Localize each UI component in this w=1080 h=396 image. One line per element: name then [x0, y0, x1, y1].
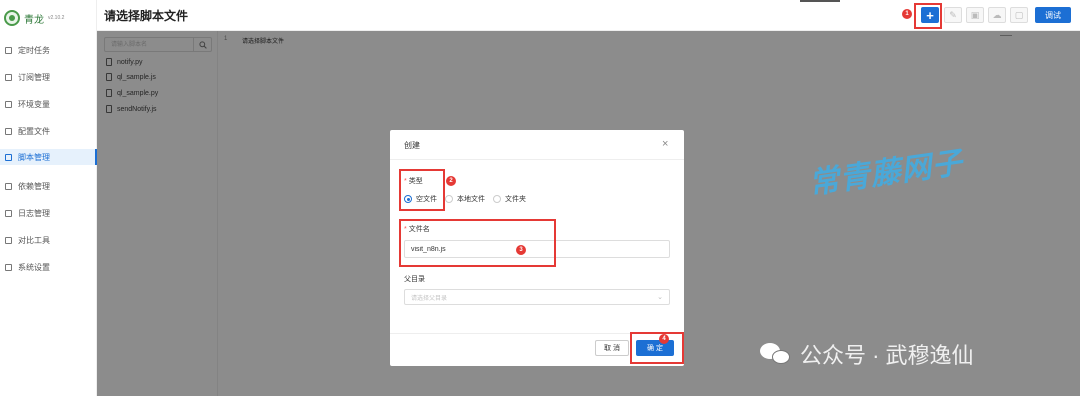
delete-button[interactable]: ▢	[1010, 7, 1028, 23]
radio-folder[interactable]: 文件夹	[493, 194, 526, 204]
sidebar-item-label: 日志管理	[18, 208, 50, 218]
radio-unchecked-icon	[445, 195, 453, 203]
app-name: 青龙	[24, 14, 44, 26]
debug-button[interactable]: 调试	[1035, 7, 1071, 23]
script-icon	[5, 153, 12, 161]
dependency-icon	[5, 182, 12, 190]
sidebar-item-label: 对比工具	[18, 235, 50, 245]
sidebar-item-scripts[interactable]: 脚本管理	[0, 149, 97, 165]
sidebar-item-diff[interactable]: 对比工具	[0, 232, 97, 248]
step-badge-3: 3	[516, 245, 526, 255]
step-badge-2: 2	[446, 176, 456, 186]
sidebar-item-label: 系统设置	[18, 262, 50, 272]
highlight-add-button	[914, 3, 942, 29]
step-badge-4: 4	[659, 334, 669, 344]
radio-unchecked-icon	[493, 195, 501, 203]
highlight-filename	[399, 219, 556, 267]
app-version: v2.10.2	[48, 15, 65, 21]
highlight-type	[399, 169, 445, 211]
trash-icon: ▢	[1014, 9, 1024, 20]
sidebar-item-settings[interactable]: 系统设置	[0, 259, 97, 275]
app-logo[interactable]: 青龙 v2.10.2	[4, 8, 94, 28]
sidebar-item-label: 依赖管理	[18, 181, 50, 191]
sidebar-item-label: 订阅管理	[18, 72, 50, 82]
subscribe-icon	[5, 73, 12, 81]
sidebar-item-logs[interactable]: 日志管理	[0, 205, 97, 221]
close-icon[interactable]: ×	[662, 138, 668, 150]
wechat-watermark-text: 公众号 · 武穆逸仙	[800, 343, 974, 368]
log-icon	[5, 209, 12, 217]
parent-dir-label: 父目录	[404, 276, 425, 283]
sidebar-item-deps[interactable]: 依赖管理	[0, 178, 97, 194]
dialog-header-divider	[390, 159, 684, 160]
sidebar-item-label: 环境变量	[18, 99, 50, 109]
edit-icon: ✎	[949, 9, 957, 20]
top-divider	[800, 0, 840, 2]
wechat-icon	[760, 343, 790, 365]
save-button[interactable]: ▣	[966, 7, 984, 23]
dialog-title: 创建	[404, 141, 420, 150]
sidebar-item-subscription[interactable]: 订阅管理	[0, 69, 97, 85]
sidebar-item-label: 定时任务	[18, 45, 50, 55]
clock-icon	[5, 46, 12, 54]
step-badge-1: 1	[902, 9, 912, 19]
radio-local-file[interactable]: 本地文件	[445, 194, 485, 204]
diff-icon	[5, 236, 12, 244]
radio-label: 文件夹	[505, 196, 526, 203]
save-icon: ▣	[970, 9, 980, 20]
parent-dir-placeholder: 请选择父目录	[411, 295, 448, 302]
highlight-confirm	[630, 332, 684, 364]
dragon-logo-icon	[4, 10, 20, 26]
upload-button[interactable]: ☁	[988, 7, 1006, 23]
env-icon	[5, 100, 12, 108]
gear-icon	[5, 263, 12, 271]
sidebar: 青龙 v2.10.2 定时任务 订阅管理 环境变量 配置文件 脚本管理 依赖管理…	[0, 0, 97, 396]
chevron-down-icon: ⌄	[657, 294, 663, 301]
sidebar-item-env[interactable]: 环境变量	[0, 96, 97, 112]
config-icon	[5, 127, 12, 135]
radio-label: 本地文件	[457, 196, 485, 203]
sidebar-item-label: 脚本管理	[18, 152, 50, 162]
edit-button[interactable]: ✎	[944, 7, 962, 23]
sidebar-item-label: 配置文件	[18, 126, 50, 136]
wechat-watermark: 公众号 · 武穆逸仙	[760, 338, 974, 370]
page-title: 请选择脚本文件	[104, 9, 189, 23]
sidebar-item-cron[interactable]: 定时任务	[0, 42, 97, 58]
parent-dir-select[interactable]: 请选择父目录 ⌄	[404, 289, 670, 305]
cancel-button[interactable]: 取 消	[595, 340, 629, 356]
cloud-icon: ☁	[992, 9, 1002, 20]
sidebar-item-config[interactable]: 配置文件	[0, 123, 97, 139]
